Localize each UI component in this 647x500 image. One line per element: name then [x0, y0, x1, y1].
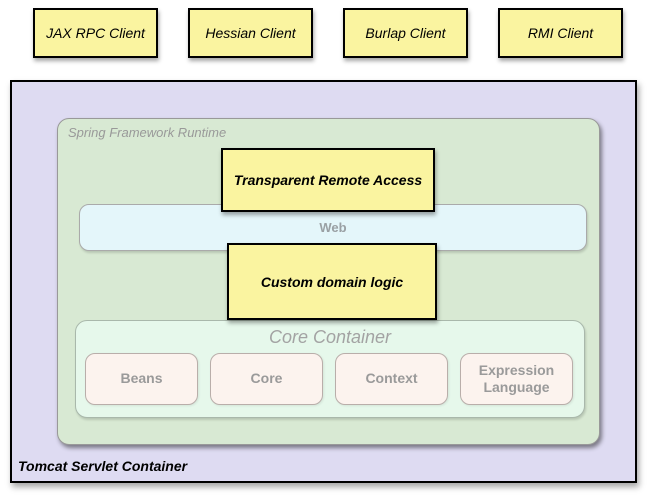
tomcat-container-label: Tomcat Servlet Container [18, 458, 187, 474]
module-box-core: Core [210, 353, 323, 405]
module-box-expression-language: Expression Language [460, 353, 573, 405]
transparent-remote-access-box: Transparent Remote Access [221, 148, 435, 212]
core-container-label: Core Container [76, 327, 584, 348]
spring-runtime-label: Spring Framework Runtime [68, 125, 226, 140]
client-box-burlap: Burlap Client [343, 8, 468, 58]
client-box-jax-rpc: JAX RPC Client [33, 8, 158, 58]
custom-domain-logic-box: Custom domain logic [227, 243, 437, 320]
core-modules-row: Beans Core Context Expression Language [85, 353, 573, 405]
module-box-beans: Beans [85, 353, 198, 405]
spring-framework-runtime-box: Spring Framework Runtime Web Transparent… [57, 118, 600, 445]
core-container-box: Core Container Beans Core Context Expres… [75, 320, 585, 418]
tomcat-servlet-container-box: Spring Framework Runtime Web Transparent… [10, 80, 637, 483]
module-box-context: Context [335, 353, 448, 405]
client-box-hessian: Hessian Client [188, 8, 313, 58]
spring-architecture-diagram: JAX RPC Client Hessian Client Burlap Cli… [0, 0, 647, 500]
client-box-rmi: RMI Client [498, 8, 623, 58]
